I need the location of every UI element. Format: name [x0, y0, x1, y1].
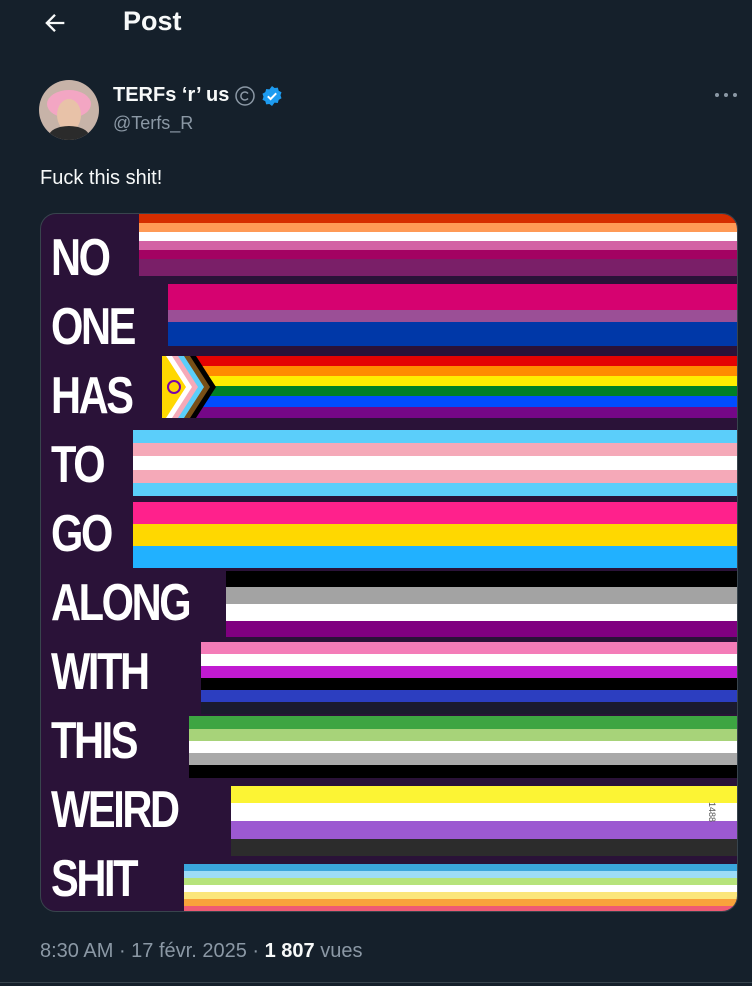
divider — [0, 982, 752, 983]
image-word: SHIT — [51, 850, 139, 908]
avatar[interactable] — [39, 80, 99, 140]
image-word: ONE — [51, 298, 136, 356]
image-word: GO — [51, 505, 113, 563]
author-handle[interactable]: @Terfs_R — [113, 113, 193, 134]
image-word: WEIRD — [51, 781, 180, 839]
image-word: NO — [51, 229, 111, 287]
image-word: HAS — [51, 367, 134, 425]
image-word: TO — [51, 436, 106, 494]
image-word: THIS — [51, 712, 139, 770]
top-bar: Post — [0, 0, 752, 48]
post-text: Fuck this shit! — [40, 167, 163, 189]
views-label: vues — [320, 940, 363, 962]
separator-dot: · — [252, 940, 265, 962]
page-title: Post — [123, 6, 182, 36]
views-count: 1 807 — [264, 940, 315, 962]
author-name[interactable]: TERFs ‘r’ us — [113, 84, 229, 107]
more-options-icon[interactable] — [713, 90, 739, 100]
post-meta: 8:30 AM · 17 févr. 2025 · 1 807 vues — [40, 940, 362, 963]
image-text: NO ONE HAS TO GO ALONG WITH THIS WEIRD S… — [51, 224, 224, 911]
image-word: ALONG — [51, 574, 192, 632]
separator-dot: · — [118, 940, 132, 962]
copyright-icon — [235, 85, 256, 106]
back-arrow-icon[interactable] — [40, 9, 70, 37]
post-date[interactable]: 17 févr. 2025 — [131, 940, 247, 962]
image-watermark: 1488 — [707, 802, 717, 823]
post-image[interactable]: NO ONE HAS TO GO ALONG WITH THIS WEIRD S… — [40, 213, 738, 912]
verified-badge-icon[interactable] — [261, 85, 283, 107]
post-time[interactable]: 8:30 AM — [40, 940, 113, 962]
image-word: WITH — [51, 643, 150, 701]
